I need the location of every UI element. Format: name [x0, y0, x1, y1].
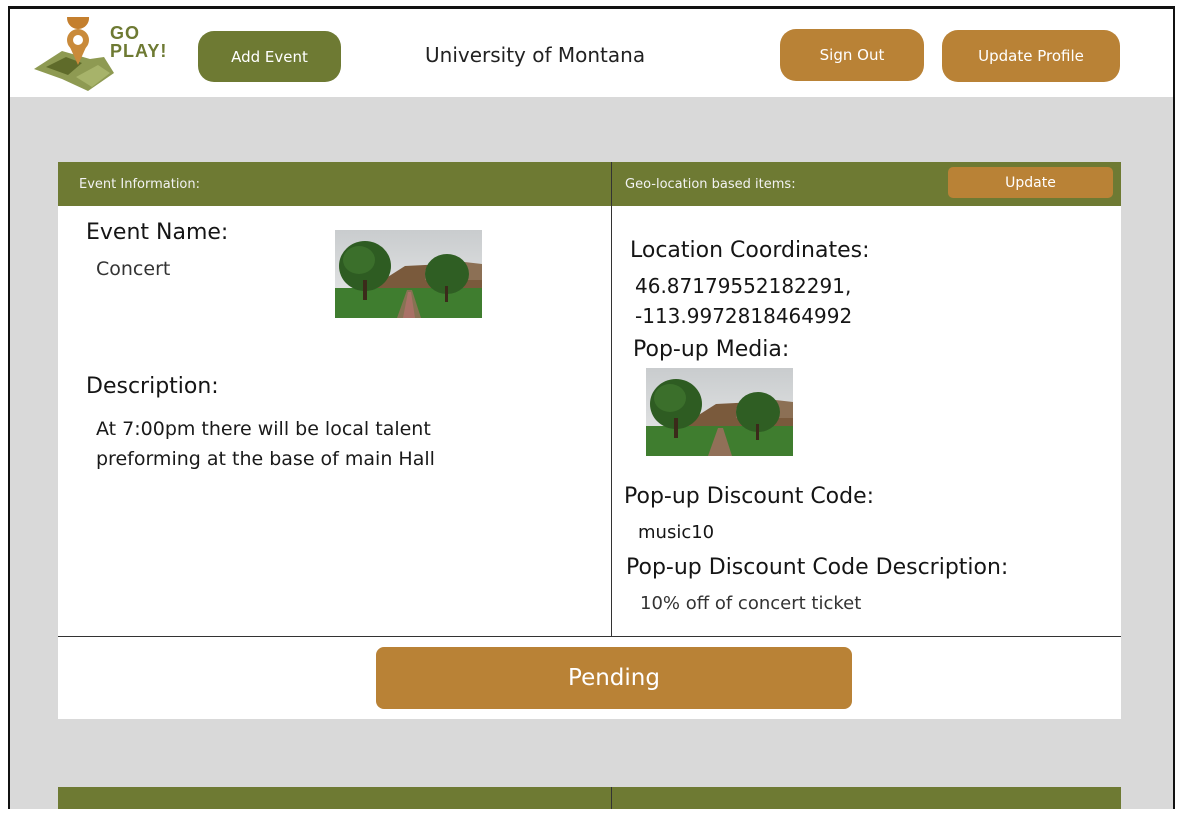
sign-out-button[interactable]: Sign Out [780, 29, 924, 81]
discount-code-value: music10 [638, 522, 715, 543]
update-button[interactable]: Update [948, 167, 1113, 198]
top-nav-bar: GO PLAY! Add Event University of Montana… [10, 9, 1173, 97]
column-divider [611, 787, 612, 809]
campus-photo-icon [646, 368, 793, 456]
discount-desc-value: 10% off of concert ticket [640, 593, 862, 614]
geo-items-heading: Geo-location based items: [625, 177, 796, 192]
logo-wordmark: GO PLAY! [110, 23, 168, 61]
popup-media-photo [646, 368, 793, 456]
go-play-logo[interactable]: GO PLAY! [32, 9, 166, 97]
description-text: At 7:00pm there will be local talent pre… [96, 418, 435, 470]
latitude-value: 46.87179552182291, [635, 274, 852, 298]
event-name-label: Event Name: [86, 220, 229, 245]
next-event-card-header [58, 787, 1121, 809]
university-title: University of Montana [425, 43, 646, 67]
event-info-heading: Event Information: [79, 177, 201, 192]
longitude-value: -113.9972818464992 [635, 304, 853, 328]
event-name-value: Concert [96, 258, 171, 280]
update-profile-button[interactable]: Update Profile [942, 30, 1120, 82]
event-photo [335, 230, 482, 318]
pending-status-button[interactable]: Pending [376, 647, 852, 709]
event-card-header: Event Information: Geo-location based it… [58, 162, 1121, 206]
row-divider [58, 636, 1121, 637]
app-window: GO PLAY! Add Event University of Montana… [8, 6, 1175, 809]
campus-photo-icon [335, 230, 482, 318]
discount-desc-label: Pop-up Discount Code Description: [626, 555, 1009, 580]
discount-code-label: Pop-up Discount Code: [624, 484, 875, 509]
description-label: Description: [86, 374, 219, 399]
column-divider [611, 162, 612, 636]
add-event-button[interactable]: Add Event [198, 31, 341, 82]
popup-media-label: Pop-up Media: [633, 337, 790, 362]
coordinates-label: Location Coordinates: [630, 238, 870, 263]
event-card: Event Information: Geo-location based it… [58, 162, 1121, 719]
